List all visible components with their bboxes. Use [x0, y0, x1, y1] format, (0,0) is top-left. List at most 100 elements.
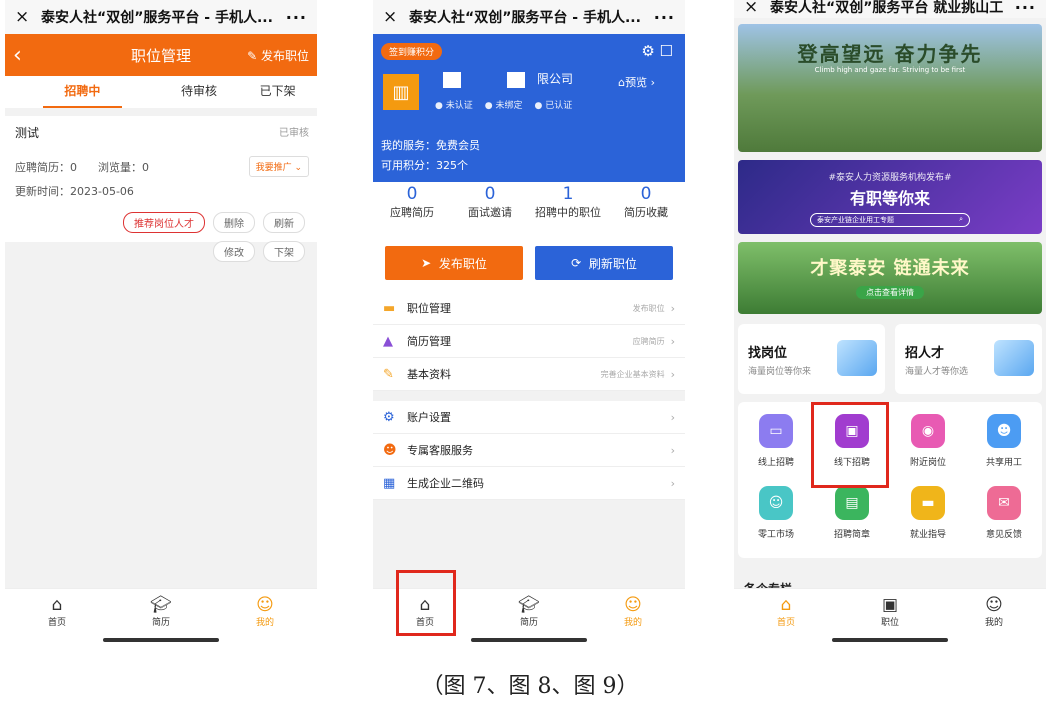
tab-recruiting[interactable]: 招聘中	[43, 76, 122, 108]
more-icon[interactable]: ···	[647, 8, 675, 27]
back-icon[interactable]: ‹	[13, 43, 43, 68]
page-header: ‹ 职位管理 ✎ 发布职位	[5, 34, 317, 76]
nav-mine-label: 我的	[984, 618, 1003, 628]
publish-job-button[interactable]: ✎ 发布职位	[247, 47, 309, 64]
applications-count: 应聘简历：0	[15, 161, 77, 174]
home-icon: ⌂	[780, 595, 792, 615]
quick-cards: 找岗位 海量岗位等你来 招人才 海量人才等你选	[738, 324, 1042, 394]
menu-hint: 应聘简历	[632, 336, 665, 346]
stat-saved-resumes[interactable]: 0 简历收藏	[607, 182, 685, 230]
recommend-talent-button[interactable]: 推荐岗位人才	[123, 212, 205, 233]
mail-icon: ✉	[987, 486, 1021, 520]
stat-value: 0	[640, 184, 652, 204]
chevron-right-icon: ›	[670, 367, 675, 381]
badge-unverified-label: 未认证	[445, 101, 473, 111]
take-down-button[interactable]: 下架	[263, 241, 305, 262]
stat-value: 0	[406, 184, 418, 204]
refresh-job-button[interactable]: ⟳ 刷新职位	[535, 246, 673, 280]
nav-mine-label: 我的	[255, 618, 274, 628]
search-icon: ⌕	[959, 215, 963, 223]
edit-button[interactable]: 修改	[213, 241, 255, 262]
close-icon[interactable]: ×	[744, 0, 770, 17]
menu-qr-code[interactable]: ▦ 生成企业二维码 ›	[373, 467, 685, 500]
document-icon: ▤	[835, 486, 869, 520]
grid-feedback[interactable]: ✉ 意见反馈	[966, 486, 1042, 558]
grid-recruit-brochure[interactable]: ▤ 招聘简章	[814, 486, 890, 558]
grid-online-recruit[interactable]: ▭ 线上招聘	[738, 414, 814, 486]
qr-code-icon: ▦	[383, 475, 396, 491]
home-indicator	[103, 638, 219, 642]
promote-dropdown[interactable]: 我要推广 ⌄	[248, 156, 309, 177]
recruit-talent-card[interactable]: 招人才 海量人才等你选	[895, 324, 1042, 394]
publish-job-label: 发布职位	[260, 48, 309, 63]
grid-label: 意见反馈	[985, 530, 1022, 540]
close-icon[interactable]: ×	[15, 7, 41, 27]
nav-home[interactable]: ⌂ 首页	[5, 589, 109, 646]
grid-shared-labor[interactable]: ☻ 共享用工	[966, 414, 1042, 486]
nav-home[interactable]: ⌂ 首页	[734, 589, 838, 646]
menu-account-settings[interactable]: ⚙ 账户设置 ›	[373, 401, 685, 434]
close-icon[interactable]: ×	[383, 7, 409, 27]
refresh-icon: ⟳	[571, 256, 589, 270]
menu-label: 简历管理	[407, 335, 451, 348]
job-name: 测试	[15, 126, 40, 140]
sign-in-badge[interactable]: 签到赚积分	[381, 43, 443, 60]
more-icon[interactable]: ···	[1008, 0, 1036, 17]
menu-customer-service[interactable]: ☻ 专属客服服务 ›	[373, 434, 685, 467]
grid-gig-market[interactable]: ☺ 零工市场	[738, 486, 814, 558]
stat-interviews[interactable]: 0 面试邀请	[451, 182, 529, 230]
menu-job-management[interactable]: ▬ 职位管理 发布职位 ›	[373, 292, 685, 325]
wechat-title-bar: × 泰安人社“双创”服务平台 就业挑山工 ···	[734, 0, 1046, 18]
find-job-card[interactable]: 找岗位 海量岗位等你来	[738, 324, 885, 394]
highlight-box-home	[396, 570, 456, 636]
gear-icon: ⚙	[383, 409, 395, 425]
user-icon: ☺	[256, 595, 274, 615]
chevron-down-icon: ⌄	[294, 163, 302, 173]
phone-screen-job-management: × 泰安人社“双创”服务平台 - 手机人... ··· ‹ 职位管理 ✎ 发布职…	[5, 0, 317, 646]
service-level: 我的服务：免费会员	[381, 139, 480, 152]
grid-label: 招聘简章	[833, 530, 870, 540]
stat-active-jobs[interactable]: 1 招聘中的职位	[529, 182, 607, 230]
chevron-right-icon: ›	[670, 301, 675, 315]
banner-title: 才聚泰安 链通未来	[810, 258, 970, 279]
view-details-button[interactable]: 点击查看详情	[856, 286, 924, 299]
banner-search[interactable]: 泰安产业链企业用工专题 ⌕	[810, 213, 970, 227]
publish-job-button[interactable]: ➤ 发布职位	[385, 246, 523, 280]
menu-resume-management[interactable]: ▲ 简历管理 应聘简历 ›	[373, 325, 685, 358]
chevron-right-icon: ›	[670, 443, 675, 457]
tab-pending[interactable]: 待审核	[160, 76, 239, 108]
refresh-job-label: 刷新职位	[588, 256, 637, 271]
nav-mine[interactable]: ☺ 我的	[942, 589, 1046, 646]
grid-nearby-jobs[interactable]: ◉ 附近岗位	[890, 414, 966, 486]
send-icon: ➤	[421, 256, 439, 270]
menu-hint: 发布职位	[632, 303, 665, 313]
company-name: 限公司	[443, 70, 573, 88]
grid-career-guidance[interactable]: ▬ 就业指导	[890, 486, 966, 558]
menu-basic-info[interactable]: ✎ 基本资料 完善企业基本资料 ›	[373, 358, 685, 391]
stat-applications[interactable]: 0 应聘简历	[373, 182, 451, 230]
delete-button[interactable]: 删除	[213, 212, 255, 233]
nav-mine[interactable]: ☺ 我的	[213, 589, 317, 646]
graduation-cap-icon: ▲	[383, 333, 393, 349]
banner-talent[interactable]: 才聚泰安 链通未来 点击查看详情	[738, 242, 1042, 314]
tab-offline[interactable]: 已下架	[238, 76, 317, 108]
job-actions: 推荐岗位人才 删除 刷新 修改 下架	[45, 212, 305, 262]
more-icon[interactable]: ···	[279, 8, 307, 27]
banner-jobs-special[interactable]: #泰安人力资源服务机构发布# 有职等你来 泰安产业链企业用工专题 ⌕	[738, 160, 1042, 234]
service-info: 我的服务：免费会员 可用积分：325个	[381, 136, 480, 176]
banner-mountain[interactable]: 登高望远 奋力争先 Climb high and gaze far. Striv…	[738, 24, 1042, 152]
people-icon: ☺	[759, 486, 793, 520]
publish-job-label: 发布职位	[438, 256, 487, 271]
preview-link[interactable]: ⌂预览 ›	[618, 74, 655, 90]
refresh-button[interactable]: 刷新	[263, 212, 305, 233]
window-title: 泰安人社“双创”服务平台 - 手机人...	[409, 10, 641, 26]
grid-label: 零工市场	[757, 530, 794, 540]
settings-icon[interactable]: ⚙ ☐	[641, 42, 673, 60]
chevron-right-icon: ›	[670, 334, 675, 348]
menu-label: 账户设置	[407, 411, 451, 424]
edit-icon: ✎	[383, 366, 394, 382]
nav-mine[interactable]: ☺ 我的	[581, 589, 685, 646]
nav-mine-label: 我的	[623, 618, 642, 628]
grid-label: 附近岗位	[909, 458, 946, 468]
menu-hint: 完善企业基本资料	[600, 369, 665, 379]
